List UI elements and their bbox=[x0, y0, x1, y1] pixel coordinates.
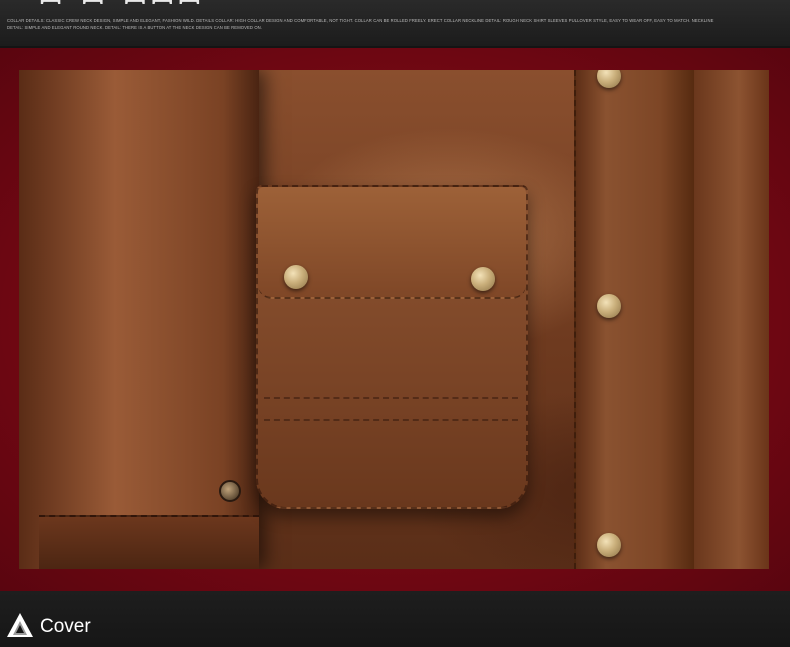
bottom-banner bbox=[0, 591, 790, 647]
front-placket bbox=[574, 70, 698, 569]
placket-snap-bottom bbox=[597, 533, 621, 557]
pocket-seam bbox=[264, 419, 518, 421]
peak-triangle-icon bbox=[7, 613, 33, 637]
banner-title-fragment: ꟷ ꟷ ꟷꟷꟷ bbox=[40, 0, 206, 17]
placket-snap-middle bbox=[597, 294, 621, 318]
cuff-snap bbox=[219, 480, 241, 502]
jacket-right-panel bbox=[694, 70, 769, 569]
pocket-snap-right bbox=[471, 267, 495, 291]
flap-pocket bbox=[256, 185, 528, 509]
pocket-seam bbox=[264, 397, 518, 399]
top-banner: ꟷ ꟷ ꟷꟷꟷ Collar details: classic crew nec… bbox=[0, 0, 790, 46]
collar-description-text: Collar details: classic crew neck design… bbox=[7, 18, 714, 30]
jacket-cuff bbox=[39, 515, 259, 569]
section-label-cover: Cover bbox=[40, 616, 91, 637]
pocket-snap-left bbox=[284, 265, 308, 289]
product-photo bbox=[19, 70, 769, 569]
